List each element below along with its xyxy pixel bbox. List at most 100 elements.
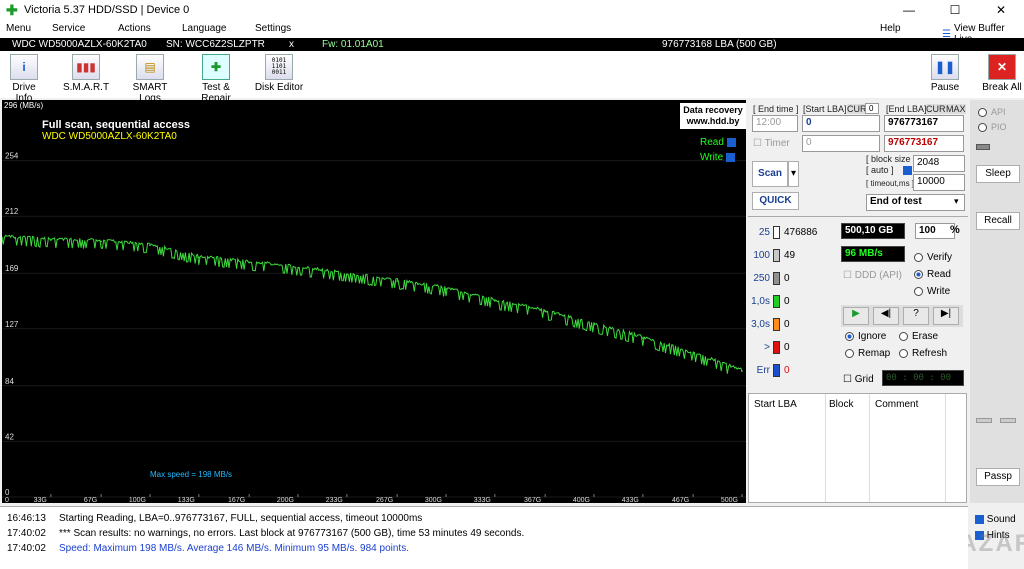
timer-input[interactable]: 0: [802, 135, 880, 152]
ignore-radio[interactable]: Ignore: [845, 329, 886, 345]
disk-editor-button[interactable]: 0101 1101 0011 Disk Editor: [254, 54, 304, 93]
x-tick-label: 400G: [573, 497, 590, 503]
table-header-block[interactable]: Block: [829, 399, 853, 410]
grid-timer: 00 : 00 : 00: [882, 370, 964, 386]
smart-button[interactable]: ▮▮▮ S.M.A.R.T: [62, 54, 110, 93]
rewind-icon[interactable]: ◀|: [873, 307, 899, 325]
remap-radio[interactable]: Remap: [845, 346, 890, 362]
read-checkbox[interactable]: [726, 137, 736, 147]
log-row: 16:46:13 Starting Reading, LBA=0..9767731…: [7, 513, 423, 524]
graph-title: Full scan, sequential access: [42, 119, 190, 131]
quick-button[interactable]: QUICK: [752, 192, 799, 210]
read-speed-point: [2, 236, 3, 239]
table-header-start-lba[interactable]: Start LBA: [754, 399, 797, 410]
erase-radio[interactable]: Erase: [899, 329, 938, 345]
read-speed-point: [297, 267, 299, 269]
x-tick-label: 233G: [326, 497, 343, 503]
test-repair-button[interactable]: ✚ Test & Repair: [186, 54, 246, 104]
write-checkbox[interactable]: [725, 152, 735, 162]
timeout-select[interactable]: 10000: [913, 174, 965, 191]
legend-write[interactable]: Write: [700, 152, 735, 163]
block-color-swatch: [773, 318, 780, 331]
max-label[interactable]: MAX: [946, 104, 966, 114]
max-speed-label: Max speed = 198 MB/s: [150, 470, 233, 479]
table-header-comment[interactable]: Comment: [875, 399, 918, 410]
x-tick-label: 0: [5, 497, 9, 503]
pio-radio[interactable]: PIO: [978, 120, 1007, 135]
block-stat-count: 49: [784, 250, 796, 261]
menu-item-service[interactable]: Service: [52, 23, 85, 34]
read-speed-point: [396, 280, 398, 282]
speed-graph: 254 212 169 127 84 42 0 33G 67G 100G 133G 167G 200G 2…: [2, 100, 746, 503]
write-radio[interactable]: Write: [914, 283, 952, 300]
cur-label[interactable]: CUR: [847, 104, 867, 114]
auto-label: [ auto ]: [866, 165, 894, 175]
device-close-x[interactable]: x: [289, 38, 294, 51]
ddd-api-checkbox[interactable]: ☐ DDD (API): [843, 270, 902, 281]
block-stat-label: >: [764, 342, 770, 353]
interface-radio-group: API PIO: [978, 105, 1007, 135]
x-tick-label: 467G: [672, 497, 689, 503]
menu-item-language[interactable]: Language: [182, 23, 227, 34]
progress-percent: 100: [915, 223, 955, 239]
play-icon[interactable]: ▶: [843, 307, 869, 325]
pause-icon: ❚❚: [931, 54, 959, 80]
break-all-button[interactable]: ✕ Break All: [982, 54, 1022, 93]
skip-unknown-icon[interactable]: ?: [903, 307, 929, 325]
cur-value: 0: [865, 103, 879, 114]
folder-icon: ▤: [136, 54, 164, 80]
smart-icon: ▮▮▮: [72, 54, 100, 80]
legend-read[interactable]: Read: [700, 137, 736, 148]
log-row: 17:40:02 Speed: Maximum 198 MB/s. Average…: [7, 543, 409, 554]
skip-end-icon[interactable]: ▶|: [933, 307, 959, 325]
end-mode-select[interactable]: End of test: [866, 194, 965, 211]
pause-button[interactable]: ❚❚ Pause: [928, 54, 962, 93]
scan-button[interactable]: Scan: [752, 161, 788, 187]
start-lba-input[interactable]: 0: [802, 115, 880, 132]
block-stat-row: 3,0s 0: [748, 318, 790, 331]
end-lba-label: [End LBA]: [886, 104, 927, 114]
minimize-button[interactable]: —: [886, 0, 932, 20]
read-radio[interactable]: Read: [914, 266, 952, 283]
refresh-radio[interactable]: Refresh: [899, 346, 947, 362]
menu-item-menu[interactable]: Menu: [6, 23, 31, 34]
api-radio[interactable]: API: [978, 105, 1007, 120]
read-speed-point: [741, 370, 743, 372]
x-tick-label: 133G: [178, 497, 195, 503]
x-tick-label: 67G: [84, 497, 97, 503]
block-stat-count: 0: [784, 342, 790, 353]
timer-label[interactable]: ☐ Timer: [753, 138, 790, 149]
grid-checkbox[interactable]: ☐ Grid: [843, 374, 874, 385]
block-stat-count: 0: [784, 319, 790, 330]
device-firmware: Fw: 01.01A01: [322, 39, 384, 50]
graph-unit-label: 296 (MB/s): [4, 101, 44, 110]
verify-radio[interactable]: Verify: [914, 249, 952, 266]
current-lba-display: 976773167: [884, 135, 964, 152]
passp-button[interactable]: Passp: [976, 468, 1020, 486]
sound-checkbox[interactable]: Sound: [975, 512, 1016, 528]
read-speed-point: [198, 256, 200, 259]
close-button[interactable]: ✕: [978, 0, 1024, 20]
end-time-input[interactable]: 12:00: [752, 115, 798, 132]
log-row: 17:40:02 *** Scan results: no warnings, n…: [7, 528, 525, 539]
menu-item-help[interactable]: Help: [880, 23, 901, 34]
read-speed-point: [642, 337, 644, 339]
maximize-button[interactable]: ☐: [932, 0, 978, 20]
sleep-button[interactable]: Sleep: [976, 165, 1020, 183]
recall-button[interactable]: Recall: [976, 212, 1020, 230]
drive-info-button[interactable]: i Drive Info: [4, 54, 44, 104]
end-lba-input[interactable]: 976773167: [884, 115, 964, 132]
read-speed-point: [248, 261, 250, 264]
block-size-select[interactable]: 2048: [913, 155, 965, 172]
auto-checkbox[interactable]: [903, 166, 912, 175]
block-stat-row: 1,0s 0: [748, 295, 790, 308]
device-capacity: 976773168 LBA (500 GB): [662, 39, 777, 50]
graph-model: WDC WD5000AZLX-60K2TA0: [42, 131, 177, 142]
block-color-swatch: [773, 249, 780, 262]
menu-item-actions[interactable]: Actions: [118, 23, 151, 34]
menu-item-settings[interactable]: Settings: [255, 23, 291, 34]
side-panel: API PIO Sleep Recall Passp: [970, 100, 1024, 503]
end-cur-label[interactable]: CUR: [926, 104, 946, 114]
scan-dropdown[interactable]: ▾: [788, 161, 799, 187]
smart-logs-button[interactable]: ▤ SMART Logs: [122, 54, 178, 104]
